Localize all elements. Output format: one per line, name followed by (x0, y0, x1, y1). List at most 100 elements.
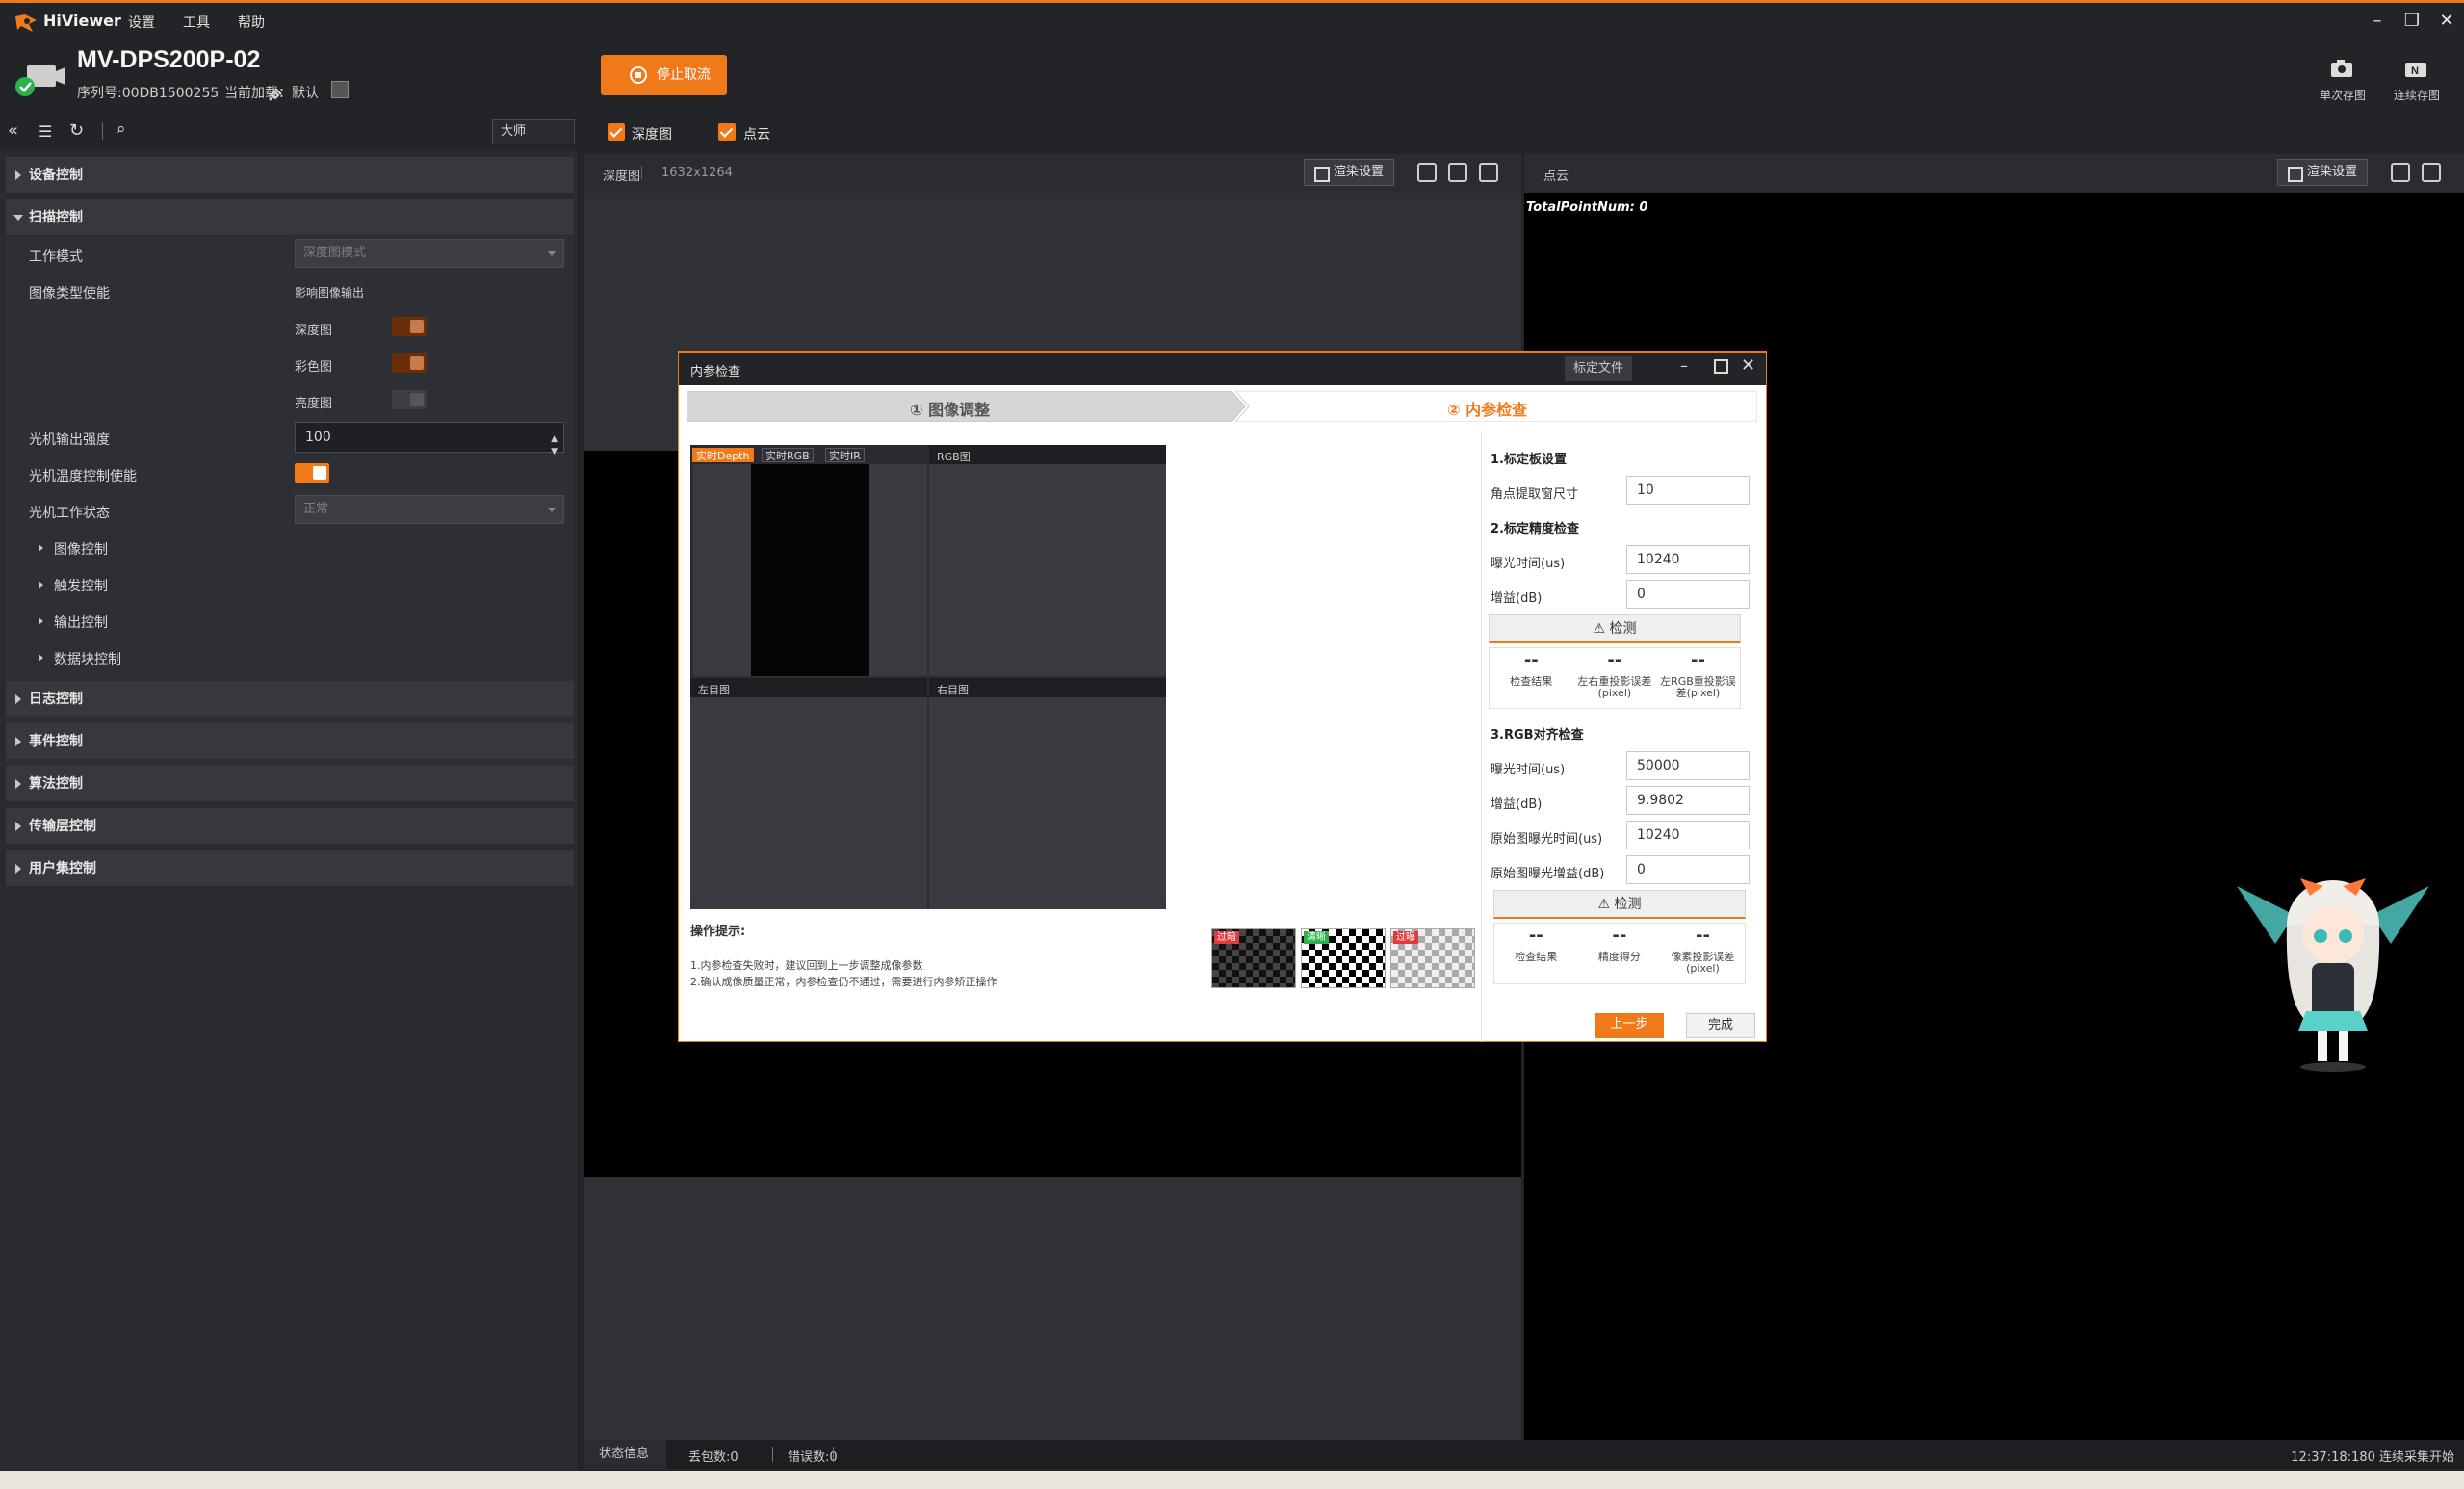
color-enable-toggle[interactable] (392, 353, 427, 373)
step2-label[interactable]: ② 内参检查 (1447, 397, 1527, 420)
refresh-icon[interactable]: ↻ (69, 120, 84, 141)
level-select[interactable]: 大师 (492, 119, 575, 144)
status-bar: 状态信息 丢包数:0 错误数:0 12:37:18:180 连续采集开始 (584, 1440, 2464, 1469)
divider (1481, 431, 1482, 1042)
exposure-label: 曝光时间(us) (1491, 557, 1566, 571)
orig-exposure-label: 原始图曝光时间(us) (1491, 832, 1603, 847)
minimize-icon[interactable]: – (2365, 9, 2390, 34)
prev-step-button[interactable]: 上一步 (1595, 1013, 1664, 1038)
orig-gain-input[interactable]: 0 (1626, 855, 1750, 884)
temp-control-toggle[interactable] (295, 463, 329, 483)
chip-live-ir[interactable]: 实时IR (825, 448, 865, 462)
section-transport-control[interactable]: 传输层控制 (6, 808, 574, 845)
tip-1: 1.内参检查失败时，建议回到上一步调整成像参数 (690, 959, 923, 972)
divider (833, 1447, 834, 1462)
section-scan-control[interactable]: 扫描控制 (6, 199, 574, 236)
sub-trigger-control[interactable]: 触发控制 (35, 576, 108, 595)
status-info-tab[interactable]: 状态信息 (584, 1440, 666, 1469)
warning-icon: ⚠ (1593, 621, 1606, 637)
sub-chunk-control[interactable]: 数据块控制 (35, 649, 121, 668)
section-event-control[interactable]: 事件控制 (6, 723, 574, 760)
continuous-capture-button[interactable]: N 连续存图 (2383, 56, 2451, 103)
corner-window-input[interactable]: 10 (1626, 476, 1750, 505)
serial-number: 序列号:00DB1500255 (77, 86, 220, 101)
close-icon[interactable]: ✕ (2434, 9, 2459, 34)
view-toolbar: 深度图 点云 (584, 113, 2464, 151)
sub-output-control[interactable]: 输出控制 (35, 613, 108, 632)
light-status-select[interactable]: 正常 (295, 495, 564, 524)
section-board-settings: 1.标定板设置 (1491, 453, 1567, 467)
dialog-close-icon[interactable]: ✕ (1741, 355, 1755, 376)
depth-checkbox[interactable] (608, 123, 625, 141)
calib-file-button[interactable]: 标定文件 (1565, 356, 1632, 381)
menu-tools[interactable]: 工具 (183, 13, 210, 32)
dialog-title: 内参检查 (690, 365, 741, 379)
dialog-minimize-icon[interactable]: – (1680, 356, 1688, 375)
image-output-label: 影响图像输出 (295, 286, 365, 300)
work-mode-select[interactable]: 深度图模式 (295, 239, 564, 268)
collapse-icon[interactable]: « (8, 120, 18, 141)
spin-down-icon[interactable]: ▼ (551, 437, 558, 466)
rgb-exposure-input[interactable]: 50000 (1626, 751, 1750, 780)
depth-enable-toggle[interactable] (392, 317, 427, 336)
detect-button-2[interactable]: ⚠ 检测 (1493, 890, 1746, 919)
snapshot-icon[interactable] (1448, 163, 1467, 182)
list-icon[interactable]: ☰ (39, 122, 52, 141)
chip-live-depth[interactable]: 实时Depth (692, 448, 754, 462)
exposure-input[interactable]: 10240 (1626, 545, 1750, 574)
depth-render-settings-button[interactable]: 渲染设置 (1304, 159, 1395, 186)
search-icon[interactable]: ⌕ (117, 119, 126, 139)
rgb-exposure-label: 曝光时间(us) (1491, 763, 1566, 777)
fit-window-icon[interactable] (2422, 163, 2441, 182)
result-value: -- (1528, 926, 1543, 946)
detect-button-1[interactable]: ⚠ 检测 (1489, 614, 1741, 643)
light-intensity-input[interactable]: 100 ▲ ▼ (295, 422, 564, 457)
right-quad[interactable]: 右目图 (929, 678, 1166, 909)
thumb-too-dark: 过暗 (1211, 928, 1296, 988)
done-button[interactable]: 完成 (1686, 1013, 1755, 1038)
stop-stream-button[interactable]: 停止取流 (601, 55, 727, 95)
section-rgb-align: 3.RGB对齐检查 (1491, 728, 1584, 743)
temp-control-label: 光机温度控制使能 (29, 469, 137, 484)
chip-live-rgb[interactable]: 实时RGB (762, 448, 814, 462)
align-result-box: -- 检查结果 -- 精度得分 -- 像素投影误差(pixel) (1493, 923, 1746, 984)
depth-view-bottom (584, 1177, 1521, 1440)
tips-title: 操作提示: (690, 925, 746, 939)
section-log-control[interactable]: 日志控制 (6, 681, 574, 718)
warning-icon: ⚠ (1597, 897, 1611, 912)
section-algo-control[interactable]: 算法控制 (6, 766, 574, 802)
rgb-gain-input[interactable]: 9.9802 (1626, 786, 1750, 815)
bright-enable-toggle[interactable] (392, 390, 427, 409)
cloud-checkbox[interactable] (718, 123, 736, 141)
menu-settings[interactable]: 设置 (128, 13, 155, 32)
menu-help[interactable]: 帮助 (238, 13, 265, 32)
intrinsic-check-dialog: 内参检查 标定文件 – ✕ ① 图像调整 ② 内参检查 实时Depth 实时RG… (678, 351, 1767, 1042)
cloud-checkbox-label: 点云 (743, 127, 770, 143)
cloud-render-settings-button[interactable]: 渲染设置 (2277, 159, 2369, 186)
lr-reproj-value: -- (1607, 650, 1622, 670)
depth-pane-header: 深度图 1632x1264 渲染设置 (584, 154, 1521, 193)
section-device-control[interactable]: 设备控制 (6, 157, 574, 194)
snapshot-icon[interactable] (2391, 163, 2410, 182)
config-icon[interactable] (331, 81, 349, 98)
rgb-quad[interactable]: RGB图 (929, 445, 1166, 676)
camera-icon (2331, 60, 2352, 77)
left-quad[interactable]: 左目图 (690, 678, 927, 909)
histogram-icon[interactable] (1417, 163, 1437, 182)
section-userset-control[interactable]: 用户集控制 (6, 850, 574, 887)
device-header: MV-DPS200P-02 序列号:00DB1500255 当前加载：默认 停止… (0, 39, 2464, 113)
gain-input[interactable]: 0 (1626, 580, 1750, 609)
dialog-maximize-icon[interactable] (1714, 359, 1728, 374)
depth-quad[interactable]: 实时Depth 实时RGB 实时IR (690, 445, 927, 676)
fit-window-icon[interactable] (1479, 163, 1498, 182)
lr-reproj-caption: 左右重投影误差(pixel) (1577, 675, 1652, 699)
current-loaded: 当前加载：默认 (224, 86, 319, 101)
hiviewer-logo-icon (15, 14, 37, 32)
status-message: 12:37:18:180 连续采集开始 (2291, 1450, 2454, 1465)
restore-icon[interactable]: ❐ (2399, 9, 2425, 34)
orig-exposure-input[interactable]: 10240 (1626, 821, 1750, 849)
single-capture-button[interactable]: 单次存图 (2309, 56, 2376, 103)
sub-image-control[interactable]: 图像控制 (35, 539, 108, 559)
result-value: -- (1523, 650, 1539, 670)
step1-label[interactable]: ① 图像调整 (910, 397, 990, 420)
